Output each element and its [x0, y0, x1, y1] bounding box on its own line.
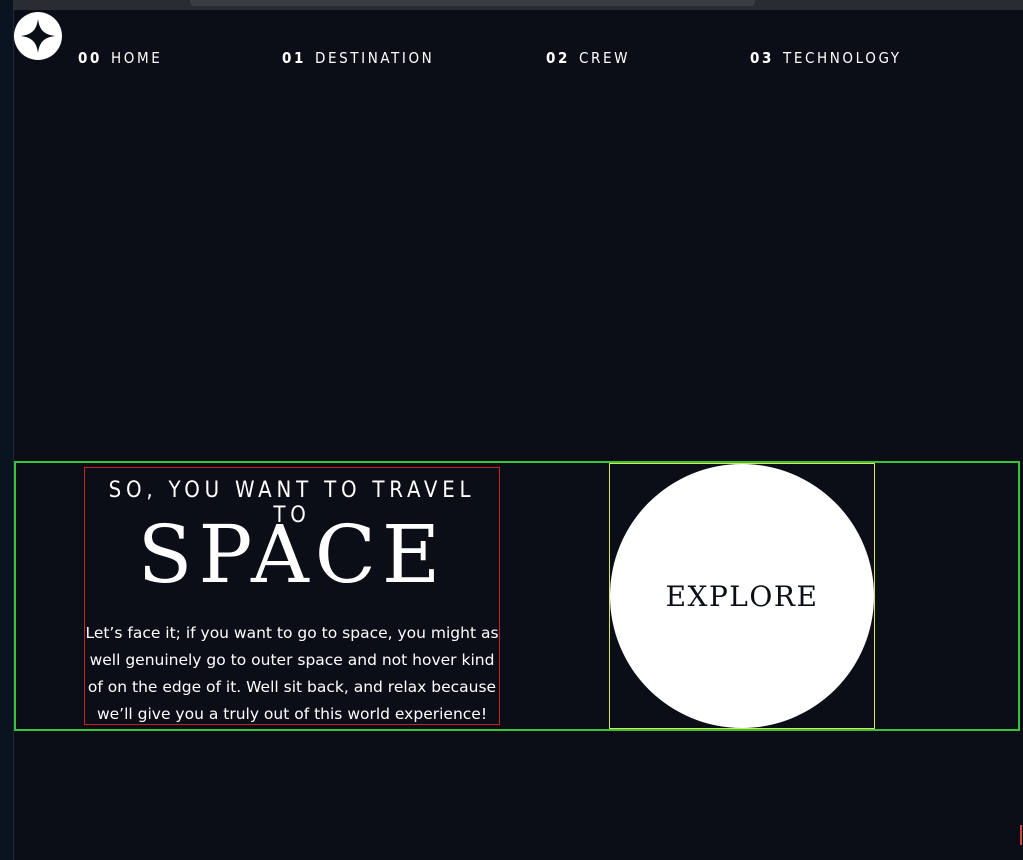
nav-item-label: CREW [578, 49, 631, 67]
explore-button-frame: EXPLORE [609, 463, 875, 729]
explore-button[interactable]: EXPLORE [610, 464, 874, 728]
nav-item-number: 03 [750, 49, 774, 67]
nav-item-technology[interactable]: 03 TECHNOLOGY [750, 49, 902, 67]
nav-item-label: DESTINATION [314, 49, 435, 67]
browser-left-edge [0, 0, 14, 860]
browser-tab[interactable] [190, 0, 755, 6]
star-logo-icon [21, 19, 55, 53]
site-logo[interactable] [14, 12, 62, 60]
nav-item-label: TECHNOLOGY [782, 49, 902, 67]
hero-description: Let’s face it; if you want to go to spac… [85, 624, 499, 723]
nav-item-label: HOME [110, 49, 163, 67]
scrollbar-marker [1020, 825, 1022, 845]
nav-item-number: 00 [78, 49, 102, 67]
nav-item-destination[interactable]: 01 DESTINATION [282, 49, 434, 67]
nav-item-crew[interactable]: 02 CREW [546, 49, 630, 67]
browser-top-bar [13, 0, 1023, 10]
nav-item-home[interactable]: 00 HOME [78, 49, 162, 67]
nav-item-number: 01 [282, 49, 306, 67]
hero-headline: SPACE [137, 508, 447, 601]
hero-text-block: SO, YOU WANT TO TRAVEL TO SPACE Let’s fa… [84, 467, 500, 725]
nav-item-number: 02 [546, 49, 570, 67]
